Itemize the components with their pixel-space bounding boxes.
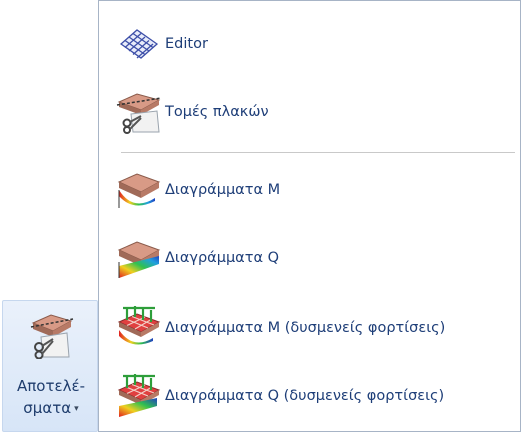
menu-item-shear-diagrams[interactable]: Διαγράμματα Q	[115, 235, 515, 281]
menu-item-editor[interactable]: Editor	[115, 21, 515, 67]
chevron-down-icon[interactable]: ▾	[74, 400, 79, 418]
moment-unfavorable-loads-icon	[117, 306, 161, 345]
mesh-grid-icon	[119, 29, 159, 59]
menu-item-moment-unfavorable-loads[interactable]: Διαγράμματα M (δυσμενείς φορτίσεις)	[115, 305, 515, 351]
ribbon-button-label-line2: σματα ▾	[3, 399, 99, 418]
menu-item-slab-sections[interactable]: Τομές πλακών	[115, 89, 515, 135]
slab-section-scissors-icon	[116, 93, 162, 134]
menu-item-label: Τομές πλακών	[165, 104, 269, 120]
slab-section-scissors-icon	[30, 314, 74, 359]
menu-item-label: Editor	[165, 36, 208, 52]
results-ribbon-button[interactable]: Αποτελέ- σματα ▾	[2, 300, 98, 432]
menu-item-shear-unfavorable-loads[interactable]: Διαγράμματα Q (δυσμενείς φορτίσεις)	[115, 373, 515, 419]
menu-item-label: Διαγράμματα Q (δυσμενείς φορτίσεις)	[165, 388, 445, 404]
results-dropdown-menu: Editor Τομές πλακών Διαγράμματα M Διαγρά…	[98, 0, 521, 432]
menu-item-label: Διαγράμματα Q	[165, 250, 280, 266]
ribbon-button-label-line2-text: σματα	[23, 399, 72, 417]
menu-item-label: Διαγράμματα M (δυσμενείς φορτίσεις)	[165, 320, 446, 336]
shear-unfavorable-loads-icon	[117, 374, 161, 417]
results-ribbon-area: Αποτελέ- σματα ▾ Editor Τομές πλακών Δια…	[0, 0, 525, 434]
moment-diagram-icon	[117, 173, 161, 208]
menu-separator	[121, 152, 515, 153]
ribbon-button-label-line1: Αποτελέ-	[16, 377, 85, 395]
menu-item-label: Διαγράμματα M	[165, 182, 281, 198]
menu-item-moment-diagrams[interactable]: Διαγράμματα M	[115, 167, 515, 213]
shear-diagram-icon	[117, 241, 161, 278]
